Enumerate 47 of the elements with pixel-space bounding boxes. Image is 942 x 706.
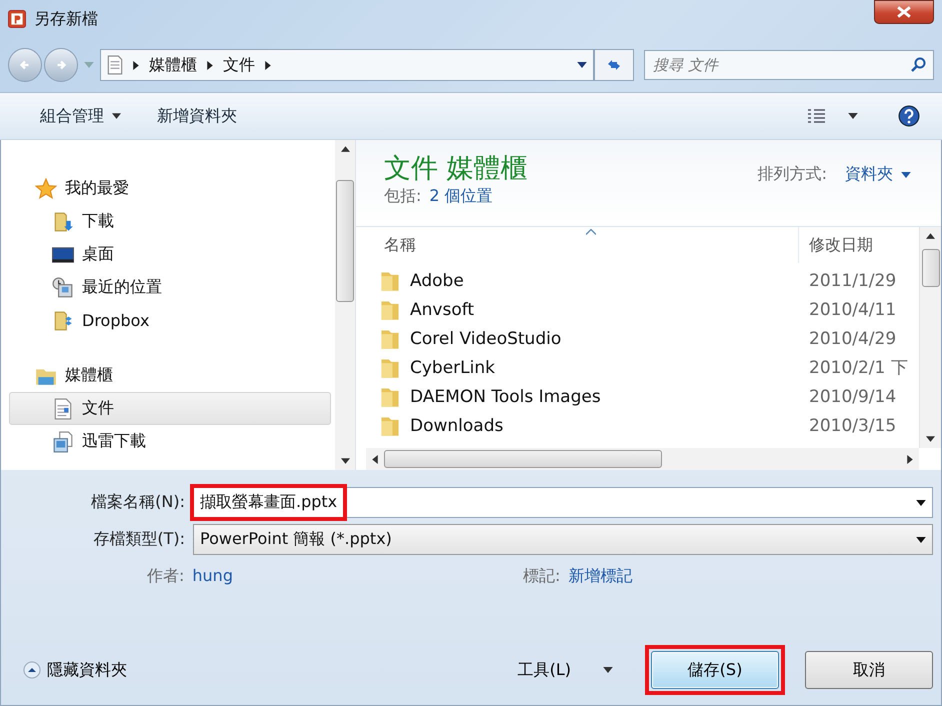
sidebar-item[interactable]: 最近的位置 — [9, 271, 331, 304]
author-value[interactable]: hung — [192, 566, 233, 587]
sidebar-item[interactable]: 下載 — [9, 205, 331, 238]
breadcrumb[interactable]: 媒體櫃 — [149, 54, 197, 76]
filename-label: 檔案名稱(N): — [90, 492, 186, 513]
new-folder-button[interactable]: 新增資料夾 — [149, 102, 245, 130]
tags-label: 標記: — [523, 566, 560, 587]
sidebar-item[interactable]: 桌面 — [9, 238, 331, 271]
sidebar-item[interactable]: 文件 — [9, 392, 331, 425]
date-cell-text: 2010/3/15 — [808, 416, 898, 436]
filename-value: 擷取螢幕畫面.pptx — [190, 484, 348, 521]
window-title: 另存新檔 — [34, 8, 98, 30]
tags-value[interactable]: 新增標記 — [568, 566, 632, 587]
file-name[interactable]: CyberLink — [410, 358, 495, 378]
file-name[interactable]: Anvsoft — [410, 300, 474, 320]
file-name[interactable]: Downloads — [410, 416, 504, 436]
sidebar-item[interactable]: 迅雷下載 — [9, 425, 331, 458]
search-field[interactable]: 搜尋 文件 — [644, 50, 934, 80]
breadcrumb[interactable]: 文件 — [223, 54, 255, 76]
author-label: 作者: — [147, 566, 184, 587]
locations-link[interactable]: 2 個位置 — [429, 186, 493, 207]
date-cell-text: 2011/1/29 — [808, 270, 898, 290]
sidebar-group[interactable]: 我的最愛 — [9, 172, 331, 205]
library-title: 文件 媒體櫃 — [384, 152, 529, 186]
column-header[interactable]: 名稱 — [366, 227, 799, 263]
filename-field[interactable]: 擷取螢幕畫面.pptx — [193, 487, 933, 518]
address-bar[interactable]: 媒體櫃 文件 — [100, 49, 594, 81]
arrange-label: 排列方式: — [758, 164, 827, 185]
file-name[interactable]: Corel VideoStudio — [410, 328, 562, 348]
file-type-dropdown[interactable]: PowerPoint 簡報 (*.pptx) — [193, 524, 933, 555]
hide-folders-button[interactable]: 隱藏資料夾 — [1, 660, 127, 680]
tools-menu[interactable]: 工具(L) — [518, 660, 571, 680]
cancel-button[interactable]: 取消 — [805, 651, 933, 689]
organize-menu[interactable]: 組合管理 — [32, 102, 129, 130]
date-cell-text: 2010/4/29 — [808, 328, 898, 348]
date-cell-text: 2010/4/11 — [808, 300, 898, 320]
sidebar-group[interactable]: 媒體櫃 — [9, 359, 331, 392]
save-button[interactable]: 儲存(S) — [651, 651, 779, 689]
date-cell-text: 2010/9/14 — [808, 386, 898, 406]
file-type-label: 存檔類型(T): — [92, 529, 186, 550]
arrange-dropdown[interactable]: 資料夾 — [845, 164, 911, 185]
file-name[interactable]: Adobe — [410, 270, 464, 290]
sidebar-item[interactable]: Dropbox — [9, 304, 331, 337]
includes-label: 包括: — [384, 186, 422, 207]
date-cell-text: 2010/2/1 下 — [808, 357, 909, 379]
file-name[interactable]: DAEMON Tools Images — [410, 386, 601, 406]
column-header[interactable]: 修改日期 — [799, 227, 919, 263]
